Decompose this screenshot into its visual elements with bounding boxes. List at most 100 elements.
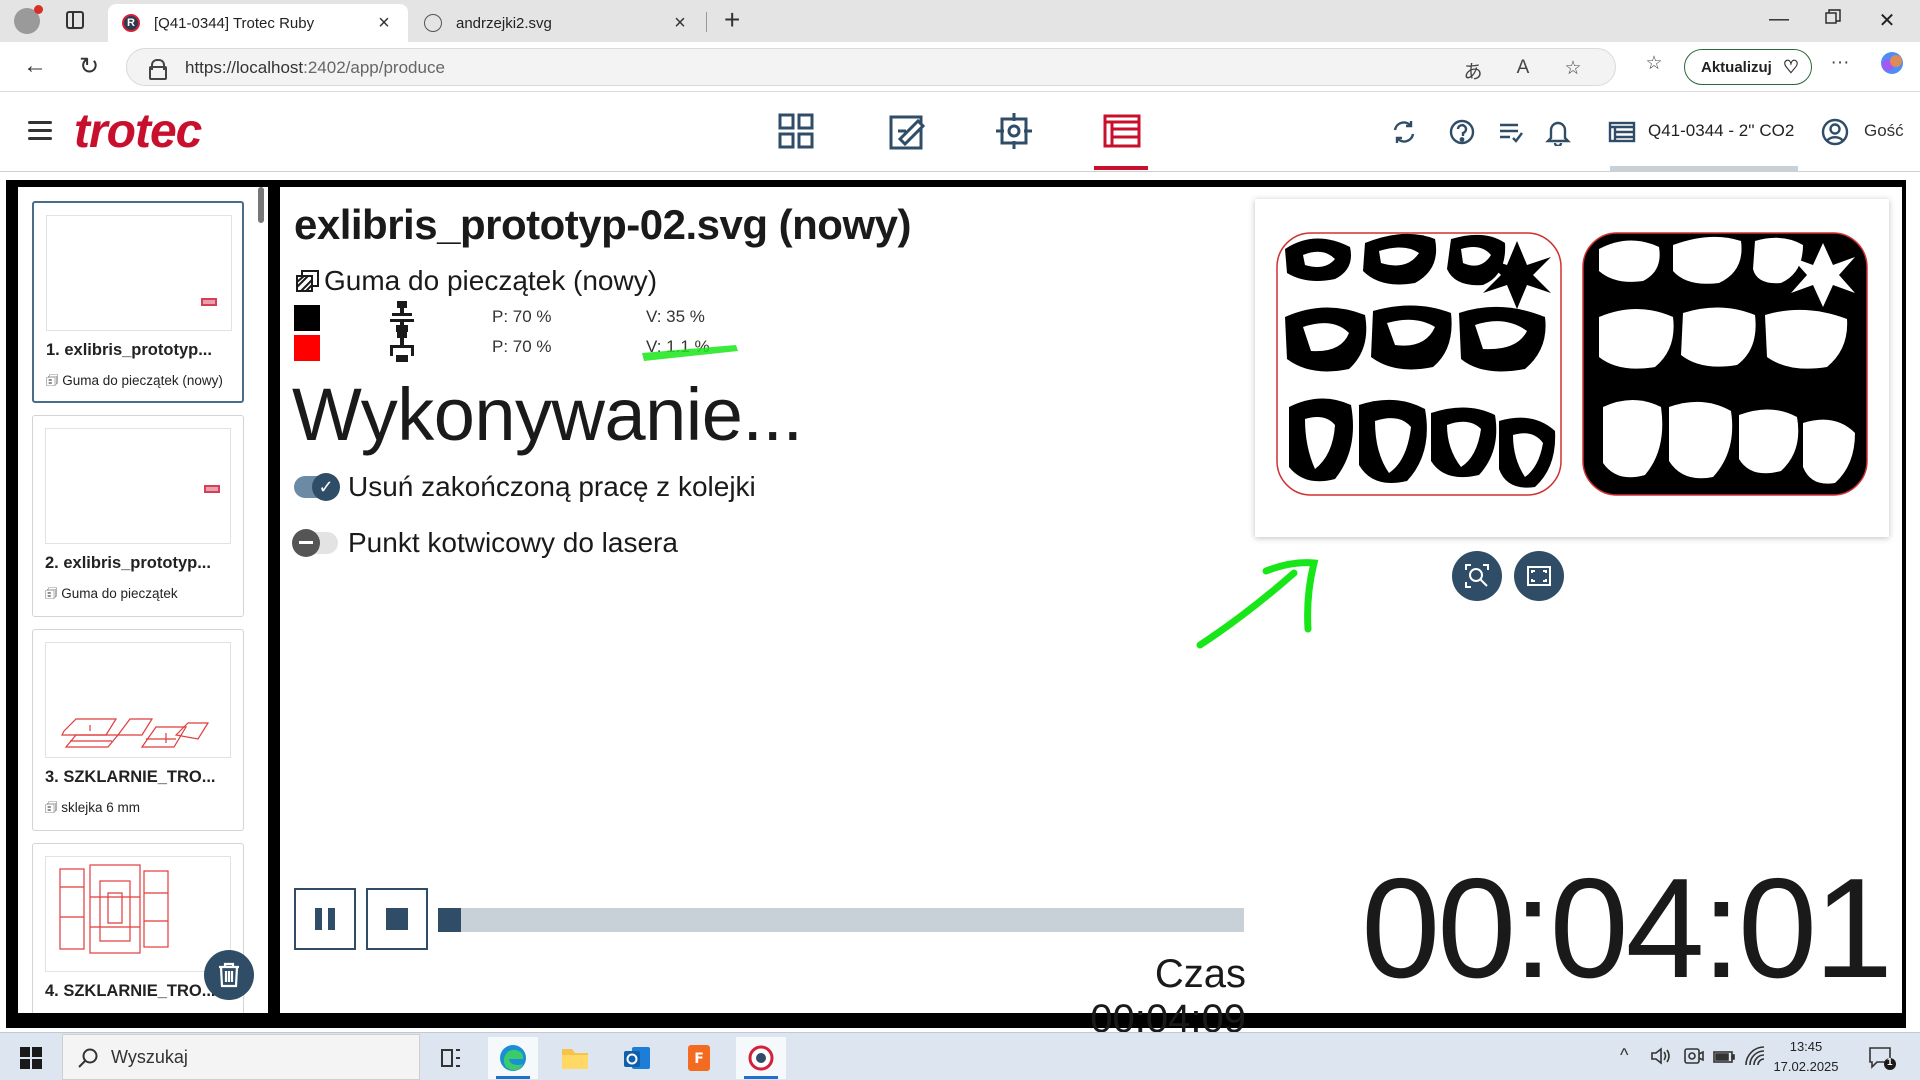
- show-hidden-icons-icon[interactable]: ^: [1620, 1045, 1628, 1066]
- scrollbar-thumb[interactable]: [258, 187, 264, 223]
- trotec-ruby-taskbar-icon[interactable]: [736, 1037, 786, 1079]
- remove-finished-toggle-row[interactable]: ✓ Usuń zakończoną pracę z kolejki: [294, 471, 756, 503]
- tab-actions-icon[interactable]: [66, 11, 84, 29]
- tab-andrzejki[interactable]: andrzejki2.svg ×: [410, 4, 704, 42]
- favorites-icon[interactable]: ☆: [1640, 52, 1668, 75]
- design-nav-icon[interactable]: [888, 111, 928, 151]
- param-row-red: P: 70 % V: 1.1 %: [294, 331, 794, 362]
- minimize-icon[interactable]: —: [1764, 8, 1794, 31]
- wifi-icon[interactable]: [1744, 1045, 1766, 1072]
- heart-icon: ♡: [1782, 57, 1799, 77]
- toggle-label: Punkt kotwicowy do lasera: [348, 527, 678, 558]
- search-icon: [78, 1048, 98, 1068]
- windows-taskbar: Wyszukaj F ^ 13:45 17.02.2025 1: [0, 1032, 1920, 1080]
- update-button[interactable]: Aktualizuj ♡: [1684, 49, 1812, 85]
- job-card-3[interactable]: 3. SZKLARNIE_TRO... 🗊 sklejka 6 mm: [32, 629, 244, 831]
- stop-button[interactable]: [366, 888, 428, 950]
- position-nav-icon[interactable]: [994, 111, 1034, 151]
- notifications-bell-icon[interactable]: [1544, 118, 1572, 151]
- sidebar-scrollbar[interactable]: [256, 187, 266, 1013]
- delete-job-button[interactable]: [204, 950, 254, 1000]
- trash-icon: [219, 962, 239, 988]
- param-row-black: P: 70 % V: 35 %: [294, 301, 794, 332]
- check-icon: ✓: [312, 473, 340, 501]
- laser-machine-icon[interactable]: [1608, 118, 1636, 151]
- velocity-value: V: 35 %: [646, 307, 705, 326]
- material-icon: 🗊: [45, 586, 62, 601]
- machine-name[interactable]: Q41-0344 - 2'' CO2: [1648, 121, 1794, 141]
- material-icon: 🗊: [45, 800, 62, 815]
- foxit-pdf-icon[interactable]: F: [674, 1037, 724, 1079]
- job-queue-sidebar: 1. exlibris_prototyp... 🗊 Guma do pieczą…: [18, 187, 268, 1013]
- tab-label: andrzejki2.svg: [456, 14, 552, 32]
- pause-button[interactable]: [294, 888, 356, 950]
- battery-icon[interactable]: [1712, 1045, 1736, 1072]
- copilot-icon[interactable]: [1878, 50, 1906, 82]
- produce-nav-icon[interactable]: [1094, 111, 1148, 170]
- dashboard-nav-icon[interactable]: [776, 111, 816, 151]
- edge-browser-icon[interactable]: [488, 1037, 538, 1079]
- tab-trotec-ruby[interactable]: R [Q41-0344] Trotec Ruby ×: [108, 4, 408, 42]
- close-window-icon[interactable]: ✕: [1872, 8, 1902, 33]
- laser-anchor-toggle-row[interactable]: Punkt kotwicowy do lasera: [292, 527, 678, 559]
- job-progress-bar: [438, 908, 1244, 932]
- zoom-preview-button[interactable]: [1452, 551, 1502, 601]
- camera-icon[interactable]: [1682, 1045, 1704, 1072]
- remove-finished-toggle[interactable]: ✓: [294, 473, 340, 501]
- back-icon[interactable]: ←: [20, 52, 50, 80]
- more-options-icon[interactable]: ···: [1826, 52, 1854, 74]
- toggle-label: Usuń zakończoną pracę z kolejki: [348, 471, 756, 502]
- color-swatch-red: [294, 335, 320, 361]
- windows-start-icon[interactable]: [20, 1047, 42, 1074]
- material-row: Guma do pieczątek (nowy): [294, 265, 657, 297]
- job-material: 🗊 sklejka 6 mm: [45, 800, 141, 815]
- sync-icon[interactable]: [1390, 118, 1418, 151]
- restore-icon[interactable]: [1818, 8, 1848, 31]
- fit-screen-icon: [1527, 566, 1551, 586]
- execution-status: Wykonywanie...: [292, 373, 803, 456]
- help-icon[interactable]: [1448, 118, 1476, 151]
- notification-count: 1: [1887, 1057, 1893, 1068]
- elapsed-timer: 00:04:01: [1361, 849, 1893, 1008]
- globe-icon: [424, 14, 442, 32]
- power-value: P: 70 %: [492, 337, 552, 356]
- menu-icon[interactable]: [28, 121, 52, 140]
- new-tab-icon[interactable]: +: [724, 6, 740, 34]
- browser-tab-bar: R [Q41-0344] Trotec Ruby × andrzejki2.sv…: [0, 0, 1920, 42]
- file-explorer-icon[interactable]: [550, 1037, 600, 1079]
- total-time: Czas 00:04:09: [1090, 952, 1246, 1041]
- green-arrow-annotation: [1196, 559, 1319, 649]
- url-field[interactable]: https://localhost:2402/app/produce あ A ☆: [126, 48, 1616, 86]
- address-bar: ← ↻ https://localhost:2402/app/produce あ…: [0, 42, 1920, 92]
- trotec-ruby-favicon-icon: R: [122, 14, 140, 32]
- job-material: 🗊 Guma do pieczątek (nowy): [46, 373, 223, 388]
- outlook-icon[interactable]: [612, 1037, 662, 1079]
- notification-center-icon[interactable]: 1: [1868, 1045, 1896, 1076]
- progress-fill: [438, 908, 461, 932]
- close-tab-icon[interactable]: ×: [670, 12, 690, 35]
- user-name[interactable]: Gość: [1864, 121, 1904, 141]
- fit-preview-button[interactable]: [1514, 551, 1564, 601]
- favorite-star-icon[interactable]: ☆: [1559, 57, 1587, 80]
- job-title: 3. SZKLARNIE_TRO...: [45, 768, 216, 786]
- job-list-icon[interactable]: [1496, 118, 1524, 151]
- task-view-icon[interactable]: [426, 1037, 476, 1079]
- close-tab-icon[interactable]: ×: [374, 12, 394, 35]
- job-card-1[interactable]: 1. exlibris_prototyp... 🗊 Guma do pieczą…: [32, 201, 244, 403]
- read-aloud-icon[interactable]: A: [1509, 57, 1537, 79]
- stamp-design-image: [1276, 232, 1868, 496]
- laser-anchor-toggle[interactable]: [292, 529, 338, 557]
- translate-icon[interactable]: あ: [1459, 57, 1487, 84]
- job-card-2[interactable]: 2. exlibris_prototyp... 🗊 Guma do pieczą…: [32, 415, 244, 617]
- clock-time: 13:45: [1789, 1039, 1823, 1054]
- taskbar-search[interactable]: Wyszukaj: [62, 1034, 420, 1080]
- trotec-logo: trotec: [74, 105, 202, 158]
- profile-icon[interactable]: [14, 5, 43, 34]
- reload-icon[interactable]: ↻: [74, 52, 104, 81]
- volume-icon[interactable]: [1650, 1045, 1672, 1072]
- user-avatar-icon[interactable]: [1820, 117, 1850, 152]
- system-clock[interactable]: 13:45 17.02.2025: [1766, 1037, 1846, 1077]
- lock-icon: [149, 59, 167, 80]
- job-material: 🗊 Guma do pieczątek: [45, 586, 178, 601]
- job-preview[interactable]: [1255, 199, 1889, 537]
